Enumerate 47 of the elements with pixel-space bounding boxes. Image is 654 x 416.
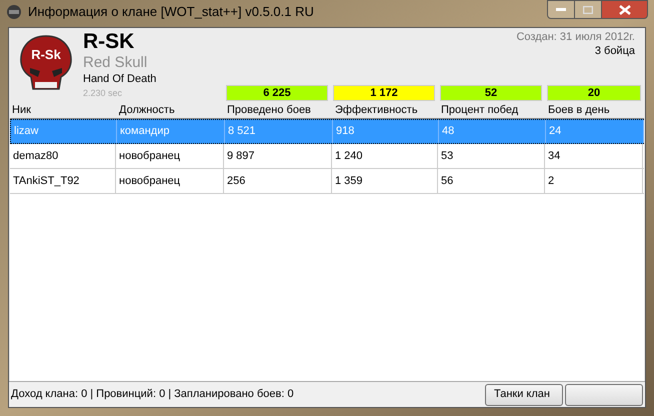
table-cell-text: demaz80: [13, 148, 58, 164]
column-header[interactable]: Ник: [12, 103, 116, 117]
member-count: 3 бойца: [594, 44, 635, 58]
minimize-button[interactable]: [547, 0, 575, 19]
table-cell-text: 1 359: [335, 174, 363, 189]
table-cell-text: новобранец: [119, 148, 180, 164]
table-row[interactable]: TAnkiST_T92 новобранец 256 1 359 56 2: [10, 169, 644, 194]
column-header[interactable]: Должность: [119, 103, 224, 117]
maximize-button[interactable]: [575, 0, 602, 19]
table-cell-text: TAnkiST_T92: [13, 174, 80, 189]
footer-button[interactable]: Танки клан: [485, 384, 563, 406]
table-cell-text: lizaw: [14, 124, 38, 140]
table-cell-text: 24: [549, 124, 562, 140]
window-title: Информация о клане [WOT_stat++] v0.5.0.1 RU: [28, 3, 314, 22]
table-cell-text: 918: [336, 124, 354, 140]
table-cell-text: командир: [120, 124, 170, 140]
clan-motto: Hand Of Death: [83, 72, 156, 87]
table-cell-text: 2: [548, 174, 554, 189]
table-cell-text: 34: [548, 148, 560, 164]
stat-value: 1 172: [333, 85, 435, 101]
stat-value: 52: [440, 85, 542, 101]
table-cell-text: 9 897: [227, 148, 255, 164]
column-header[interactable]: Эффективность: [335, 103, 438, 117]
footer-button[interactable]: [565, 384, 643, 406]
maximize-icon: [583, 6, 593, 14]
minimize-icon: [556, 8, 566, 12]
close-button[interactable]: [602, 0, 648, 19]
table-cell-text: 56: [441, 174, 454, 189]
table-cell-text: 8 521: [228, 124, 256, 140]
table-cell-text: 48: [442, 124, 454, 140]
created-date: Создан: 31 июля 2012г.: [516, 30, 635, 44]
close-icon: [618, 4, 630, 14]
table-cell-text: 1 240: [335, 148, 363, 164]
table-row[interactable]: demaz80 новобранец 9 897 1 240 53 34: [10, 144, 644, 169]
app-icon: [6, 4, 22, 20]
clan-tag: R-SK: [83, 30, 156, 54]
clan-name: Red Skull: [83, 54, 148, 72]
status-text: Доход клана: 0 | Провинций: 0 | Запланировано боев: 0: [11, 387, 294, 402]
load-time: 2.230 sec: [83, 87, 124, 99]
column-header[interactable]: Процент побед: [441, 103, 545, 117]
table-cell-text: 256: [227, 174, 246, 189]
stat-value: 20: [547, 85, 641, 101]
table-cell-text: 53: [441, 148, 454, 164]
table-cell-text: новобранец: [119, 174, 180, 189]
column-header[interactable]: Боев в день: [548, 103, 643, 117]
column-header[interactable]: Проведено боев: [227, 103, 332, 117]
stat-value: 6 225: [226, 85, 328, 101]
